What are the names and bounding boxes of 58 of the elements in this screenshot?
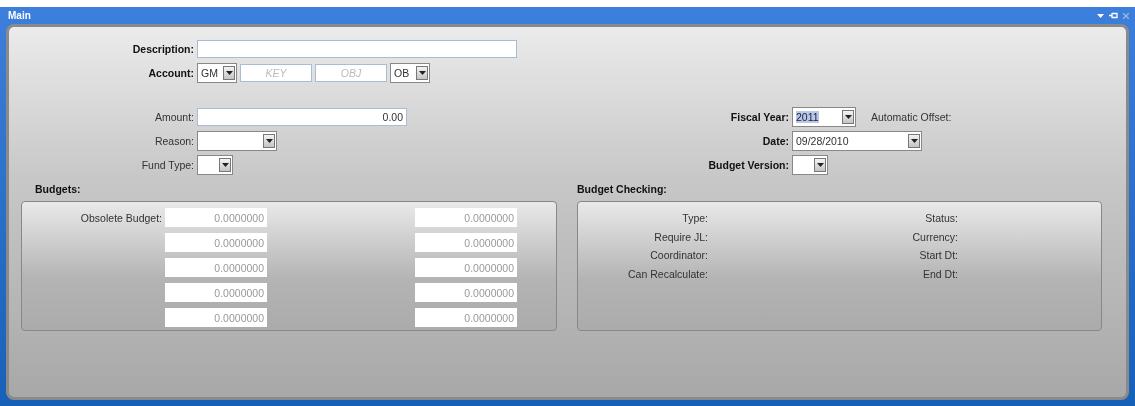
dropdown-button[interactable] [416,66,428,80]
budget-field[interactable]: 0.0000000 [165,208,267,227]
budget-field[interactable]: 0.0000000 [165,233,267,252]
dropdown-button[interactable] [814,158,826,172]
budget-field[interactable]: 0.0000000 [415,308,517,327]
field-label: Type: [681,211,708,226]
form-dropdown[interactable] [197,131,277,151]
field-label: Currency: [911,229,958,245]
caret-icon [844,115,852,119]
field-label: Start Dt: [918,248,958,263]
account-field[interactable]: OBJ [315,64,387,82]
dropdown-button[interactable] [842,110,854,124]
form-dropdown[interactable]: 2011 [792,107,856,127]
field-label: Budget Version: [707,159,789,171]
caret-icon [910,139,918,143]
field-label: End Dt: [921,266,958,282]
caret-icon [225,71,233,75]
form-dropdown[interactable] [197,155,233,175]
budget-field[interactable]: 0.0000000 [165,283,267,302]
account-dropdown[interactable]: GM [197,63,237,83]
pin-icon[interactable] [1109,12,1118,19]
field-label: Date: [761,135,789,147]
dropdown-button[interactable] [219,158,231,172]
section-heading: Budget Checking: [577,183,668,197]
account-field[interactable]: KEY [240,64,312,82]
budget-field[interactable]: 0.0000000 [165,308,267,327]
field-label: Automatic Offset: [871,111,952,123]
field-label: Description: [131,43,194,55]
field-label: Amount: [153,111,194,123]
window-title: Main [7,10,31,21]
caret-icon [816,163,824,167]
caret-icon [418,71,426,75]
budget-field[interactable]: 0.0000000 [165,258,267,277]
budget-field[interactable]: 0.0000000 [415,258,517,277]
caret-icon [265,139,273,143]
field-label: Account: [147,67,194,79]
description-field[interactable] [197,40,517,58]
form-field[interactable]: 0.00 [197,108,407,126]
field-label: Obsolete Budget: [80,211,162,224]
budget-field[interactable]: 0.0000000 [415,233,517,252]
field-label: Fund Type: [140,159,194,171]
budget-field[interactable]: 0.0000000 [415,208,517,227]
field-label: Status: [924,211,958,226]
budget-field[interactable]: 0.0000000 [415,283,517,302]
account-dropdown[interactable]: OB [390,63,430,83]
form-dropdown[interactable]: 09/28/2010 [792,131,922,151]
field-label: Require JL: [653,229,708,245]
dropdown-button[interactable] [223,66,235,80]
form-dropdown[interactable] [792,155,828,175]
caret-icon [221,163,229,167]
section-heading: Budgets: [34,183,82,197]
dropdown-button[interactable] [263,134,275,148]
field-label: Coordinator: [649,248,708,263]
field-label: Fiscal Year: [729,111,789,123]
field-label: Reason: [153,135,194,147]
dropdown-icon[interactable] [1097,13,1104,18]
dropdown-button[interactable] [908,134,920,148]
field-label: Can Recalculate: [627,266,708,282]
